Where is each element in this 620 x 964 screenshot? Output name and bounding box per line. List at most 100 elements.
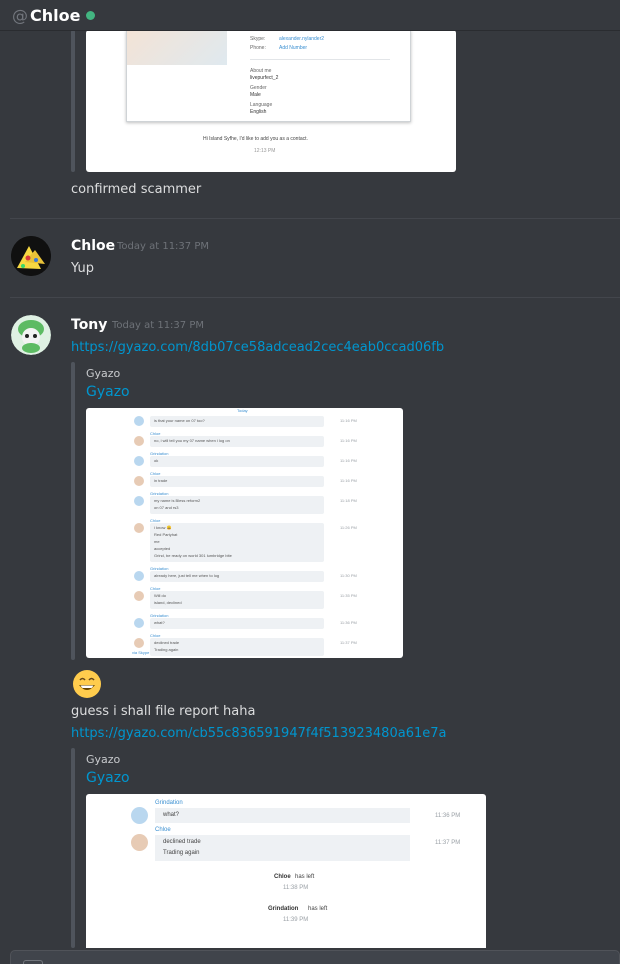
- at-symbol: @: [12, 5, 28, 25]
- chat-text: island, declined: [154, 600, 182, 605]
- chat-time: 11:36 PM: [435, 813, 461, 819]
- left-text: has left: [308, 906, 328, 912]
- chloe-avatar-icon: [134, 591, 144, 601]
- left-time: 11:38 PM: [283, 885, 309, 891]
- default-avatar-icon: [131, 807, 148, 824]
- about-value: livepurfect_2: [250, 75, 279, 81]
- chat-text: what?: [163, 812, 180, 818]
- avatar[interactable]: [11, 236, 51, 276]
- left-user-name: Grindation: [268, 906, 299, 912]
- embed-image-chatlog[interactable]: Today is that your name on 07 too? 11:16 …: [86, 408, 403, 658]
- chat-time: 11:16 PM: [340, 458, 357, 463]
- upload-icon[interactable]: [23, 960, 43, 964]
- chat-text: already here, just tell me when to log: [154, 573, 220, 578]
- chat-text: no, i will tell you my 07 name when i lo…: [154, 438, 230, 443]
- chat-text: Trading again: [163, 850, 200, 856]
- dm-recipient-name[interactable]: Chloe: [30, 6, 80, 25]
- phone-value: Add Number: [279, 45, 308, 51]
- chat-time: 11:26 PM: [340, 525, 357, 530]
- default-avatar-icon: [134, 496, 144, 506]
- avatar[interactable]: [11, 315, 51, 355]
- profile-photo: [127, 31, 227, 65]
- embed-provider[interactable]: Gyazo: [86, 753, 120, 766]
- chat-text: i know 😀: [154, 525, 172, 530]
- left-text: has left: [295, 874, 315, 880]
- chat-text: me: [154, 539, 160, 544]
- default-avatar-icon: [134, 416, 144, 426]
- default-avatar-icon: [134, 571, 144, 581]
- chat-text: Grind, be ready on world 301 lumbridge b…: [154, 553, 232, 558]
- message-timestamp: Today at 11:37 PM: [117, 241, 209, 252]
- language-value: English: [250, 109, 267, 115]
- channel-header: @ Chloe: [0, 0, 620, 30]
- language-label: Language: [250, 102, 273, 108]
- chat-text: accepted: [154, 546, 171, 551]
- message-timestamp: Today at 11:37 PM: [112, 320, 204, 331]
- chat-time: 11:37 PM: [435, 840, 461, 846]
- embed-provider[interactable]: Gyazo: [86, 367, 120, 380]
- embed-title[interactable]: Gyazo: [86, 770, 130, 786]
- chat-text: Will do: [154, 593, 167, 598]
- embed-accent-bar: [71, 748, 75, 948]
- message-composer[interactable]: [10, 950, 620, 964]
- contact-request-time: 12:13 PM: [254, 148, 276, 154]
- chat-time: 11:16 PM: [340, 418, 357, 423]
- chat-text: on 07 and rs3: [154, 505, 179, 510]
- chat-text: Red Partyhat: [154, 532, 178, 537]
- message-author[interactable]: Tony: [71, 317, 107, 333]
- left-time: 11:39 PM: [283, 917, 309, 923]
- chat-text: declined trade: [163, 839, 201, 845]
- chat-bubble: [155, 808, 410, 823]
- gender-label: Gender: [250, 85, 267, 91]
- skype-label: Skype:: [250, 36, 266, 42]
- chat-time: 11:18 PM: [340, 498, 357, 503]
- message-text: confirmed scammer: [71, 182, 202, 197]
- chloe-avatar-icon: [134, 523, 144, 533]
- message-author[interactable]: Chloe: [71, 238, 115, 254]
- chat-sender: Chloe: [155, 827, 171, 833]
- chat-time: 11:30 PM: [340, 573, 357, 578]
- chat-time: 11:16 PM: [340, 438, 357, 443]
- message-divider: [10, 218, 620, 219]
- chat-time: 11:37 PM: [340, 640, 357, 645]
- chatlog-footer: via Skype: [132, 650, 150, 655]
- chat-text: in trade: [154, 478, 168, 483]
- message-divider: [10, 297, 620, 298]
- chat-time: 11:16 PM: [340, 478, 357, 483]
- chat-bubble: [150, 618, 324, 629]
- default-avatar-icon: [134, 618, 144, 628]
- profile-card: Skype: alexander.nylander2 Phone: Add Nu…: [126, 30, 411, 122]
- chat-text: declined trade: [154, 640, 180, 645]
- chat-bubble: [150, 456, 324, 467]
- chat-sender: Grindation: [155, 800, 183, 806]
- chat-text: is that your name on 07 too?: [154, 418, 205, 423]
- chatlog-header: Today: [237, 408, 248, 413]
- embed-image-chatlog-zoom[interactable]: Grindation what? 11:36 PM Chloe declined…: [86, 794, 486, 948]
- message-link[interactable]: https://gyazo.com/8db07ce58adcead2cec4ea…: [71, 340, 444, 355]
- left-user-name: Chloe: [274, 874, 291, 880]
- chat-text: ok: [154, 458, 159, 463]
- message-link[interactable]: https://gyazo.com/cb55c836591947f4f51392…: [71, 726, 446, 741]
- about-label: About me: [250, 68, 272, 74]
- embed-accent-bar: [71, 362, 75, 660]
- chat-text: what?: [154, 620, 165, 625]
- chat-time: 11:36 PM: [340, 620, 357, 625]
- skype-value: alexander.nylander2: [279, 36, 325, 42]
- online-status-icon: [86, 10, 96, 20]
- default-avatar-icon: [134, 456, 144, 466]
- embed-title[interactable]: Gyazo: [86, 384, 130, 400]
- grinning-face-emoji-icon[interactable]: [72, 669, 102, 699]
- chloe-avatar-icon: [131, 834, 148, 851]
- chloe-avatar-icon: [134, 638, 144, 648]
- message-list[interactable]: Skype: alexander.nylander2 Phone: Add Nu…: [0, 30, 620, 948]
- chat-bubble: [150, 476, 324, 487]
- chat-time: 11:35 PM: [340, 593, 357, 598]
- profile-divider: [250, 59, 390, 60]
- chat-text: my name is Bless reform2: [154, 498, 201, 503]
- chat-text: Trading again: [154, 647, 179, 652]
- message-text: Yup: [71, 261, 94, 276]
- embed-image-profile[interactable]: Skype: alexander.nylander2 Phone: Add Nu…: [86, 30, 456, 172]
- message-text: guess i shall file report haha: [71, 704, 256, 719]
- phone-label: Phone:: [250, 45, 266, 51]
- chloe-avatar-icon: [134, 476, 144, 486]
